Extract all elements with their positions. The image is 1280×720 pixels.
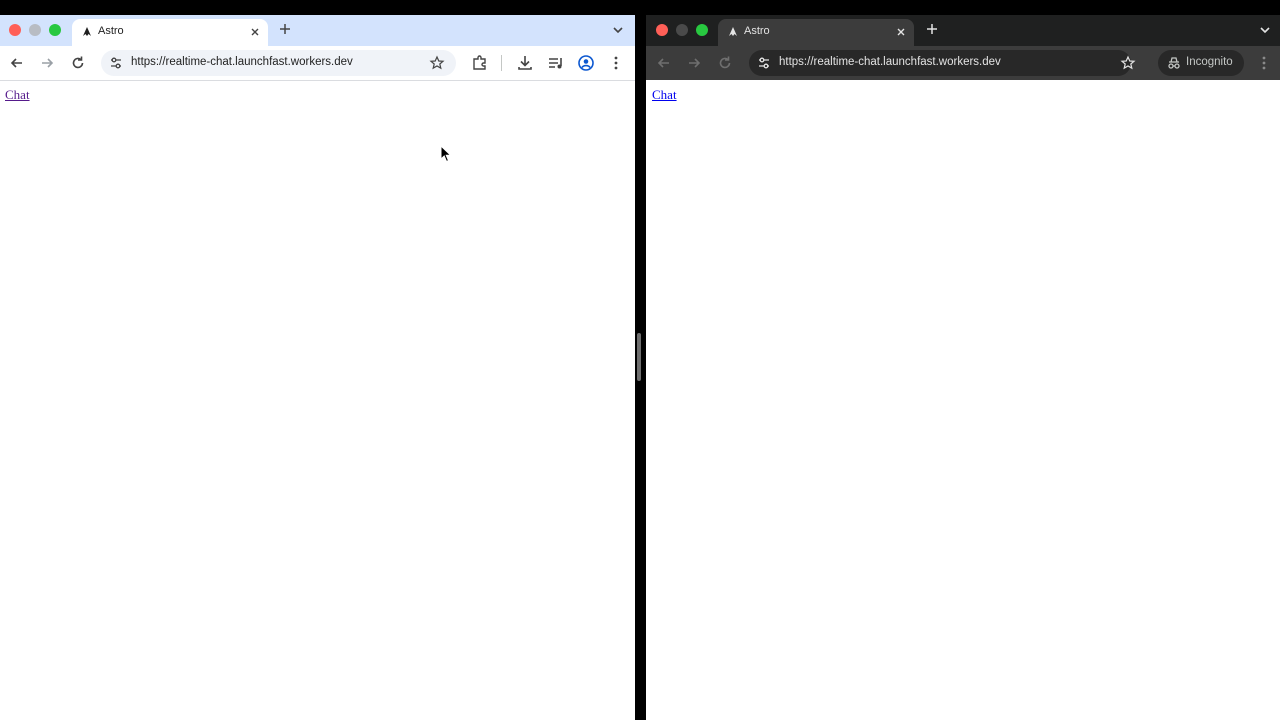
tab-strip: Astro (0, 15, 635, 46)
back-icon[interactable] (7, 53, 27, 73)
back-icon[interactable] (654, 53, 674, 73)
tab-search-icon[interactable] (609, 21, 627, 39)
reload-icon[interactable] (68, 53, 88, 73)
browser-window-left: Astro https://realtime-chat.launchfast.w… (0, 15, 635, 720)
chat-link[interactable]: Chat (5, 87, 30, 103)
tab-astro[interactable]: Astro (718, 19, 914, 46)
zoom-window-button[interactable] (696, 24, 708, 36)
zoom-window-button[interactable] (49, 24, 61, 36)
tab-astro[interactable]: Astro (72, 19, 268, 46)
site-info-icon[interactable] (109, 56, 123, 70)
toolbar: https://realtime-chat.launchfast.workers… (0, 46, 635, 81)
new-tab-icon[interactable] (277, 21, 293, 37)
address-bar[interactable]: https://realtime-chat.launchfast.workers… (101, 50, 456, 76)
chat-link[interactable]: Chat (652, 87, 677, 103)
split-view-resize-handle[interactable] (637, 333, 641, 381)
page-content: Chat (646, 81, 1280, 720)
page-content: Chat (0, 81, 635, 720)
downloads-icon[interactable] (515, 53, 535, 73)
close-window-button[interactable] (656, 24, 668, 36)
close-tab-icon[interactable] (248, 25, 262, 39)
incognito-icon (1168, 57, 1180, 69)
tab-title: Astro (98, 25, 124, 37)
new-tab-icon[interactable] (924, 21, 940, 37)
toolbar: https://realtime-chat.launchfast.workers… (646, 46, 1280, 80)
incognito-label: Incognito (1186, 56, 1233, 68)
bookmark-star-icon[interactable] (1120, 55, 1136, 71)
incognito-indicator[interactable]: Incognito (1158, 50, 1244, 76)
close-window-button[interactable] (9, 24, 21, 36)
kebab-menu-icon[interactable] (606, 53, 626, 73)
minimize-window-button[interactable] (676, 24, 688, 36)
reload-icon[interactable] (715, 53, 735, 73)
kebab-menu-icon[interactable] (1254, 53, 1274, 73)
forward-icon[interactable] (684, 53, 704, 73)
browser-window-right-incognito: Astro https://realtime-chat.launchfast.w… (646, 15, 1280, 720)
forward-icon[interactable] (37, 53, 57, 73)
url-text: https://realtime-chat.launchfast.workers… (779, 56, 1001, 68)
close-tab-icon[interactable] (894, 25, 908, 39)
site-info-icon[interactable] (757, 56, 771, 70)
media-queue-icon[interactable] (546, 53, 566, 73)
tab-strip: Astro (646, 15, 1280, 46)
toolbar-separator (501, 55, 502, 71)
astro-logo-icon (83, 27, 91, 36)
address-bar[interactable]: https://realtime-chat.launchfast.workers… (749, 50, 1136, 76)
minimize-window-button[interactable] (29, 24, 41, 36)
mouse-cursor-icon (440, 145, 452, 163)
url-text: https://realtime-chat.launchfast.workers… (131, 56, 353, 68)
tab-title: Astro (744, 25, 770, 37)
astro-logo-icon (729, 27, 737, 36)
bookmark-star-icon[interactable] (429, 55, 445, 71)
profile-icon[interactable] (576, 53, 596, 73)
extensions-puzzle-icon[interactable] (470, 53, 490, 73)
tab-search-icon[interactable] (1256, 21, 1274, 39)
